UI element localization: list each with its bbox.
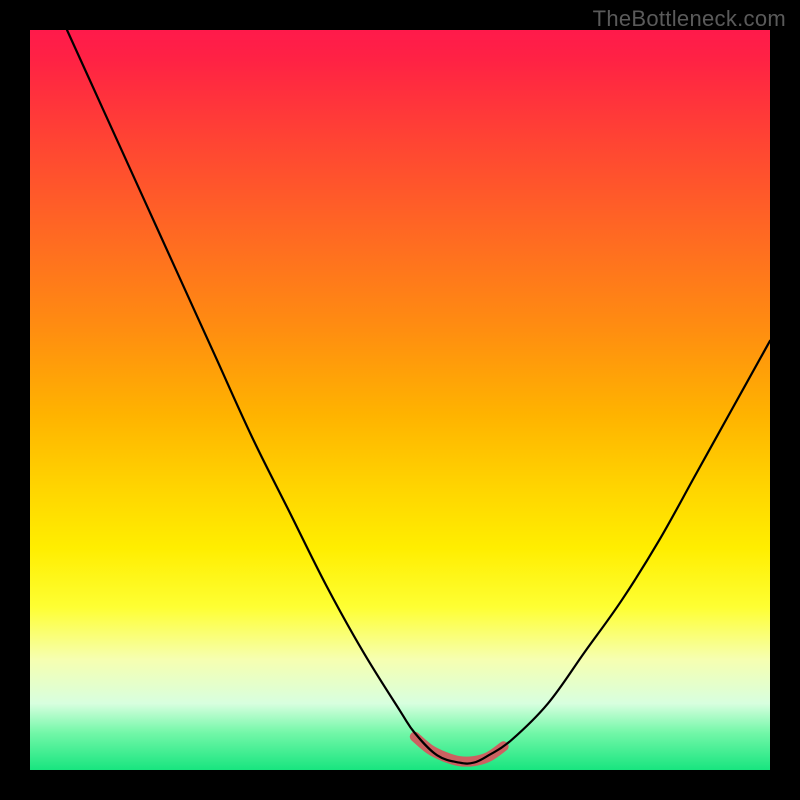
watermark-text: TheBottleneck.com — [593, 6, 786, 32]
plot-area — [30, 30, 770, 770]
curve-layer — [30, 30, 770, 770]
bottleneck-curve-path — [67, 30, 770, 764]
chart-container: TheBottleneck.com — [0, 0, 800, 800]
